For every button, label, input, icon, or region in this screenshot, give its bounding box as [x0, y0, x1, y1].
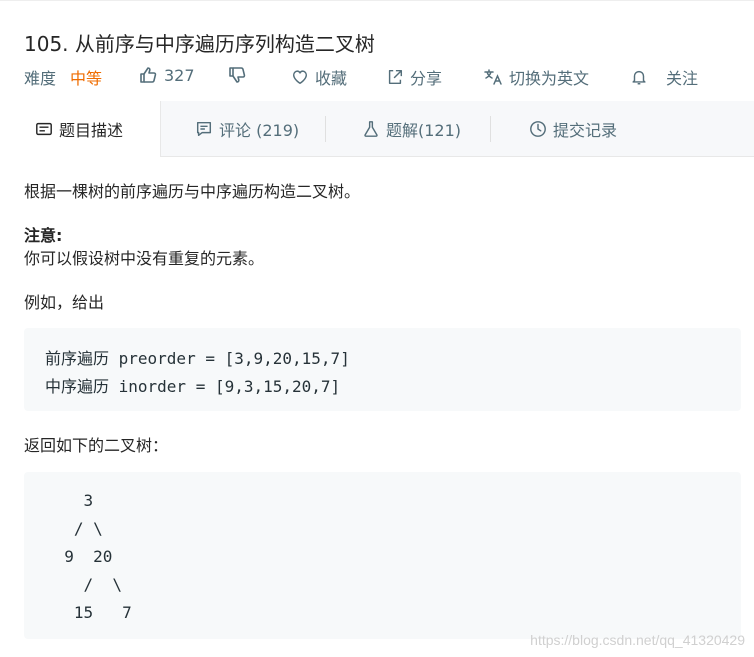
tree-line: 15 7 [45, 603, 132, 622]
translate-button[interactable]: 切换为英文 [483, 65, 589, 89]
share-button[interactable]: 分享 [386, 65, 442, 89]
intro-text: 根据一棵树的前序遍历与中序遍历构造二叉树。 [24, 182, 361, 201]
tree-line: / \ [45, 575, 123, 594]
dislike-button[interactable] [227, 65, 247, 85]
tab-label: 题目描述 [59, 121, 124, 140]
like-button[interactable]: 327 [138, 65, 195, 85]
tree-line: / \ [45, 519, 103, 538]
note-label: 注意: [24, 226, 63, 245]
tab-description[interactable]: 题目描述 [0, 101, 161, 157]
tab-label: 评论 (219) [219, 120, 300, 140]
note-text: 你可以假设树中没有重复的元素。 [24, 249, 265, 268]
like-count: 327 [164, 65, 195, 85]
translate-icon [483, 67, 503, 87]
follow-label: 关注 [666, 69, 699, 88]
tree-line: 3 [45, 491, 94, 510]
tab-submissions[interactable]: 提交记录 [529, 101, 617, 156]
bell-icon [630, 68, 648, 86]
difficulty-label: 难度 [24, 69, 57, 88]
translate-label: 切换为英文 [509, 69, 590, 88]
tree-code-block: 3 / \ 9 20 / \ 15 7 [24, 472, 741, 639]
thumbs-down-icon [227, 65, 247, 85]
flask-icon [362, 120, 380, 138]
difficulty-indicator: 难度 中等 [24, 65, 102, 89]
tab-divider [490, 116, 491, 142]
favorite-button[interactable]: 收藏 [291, 65, 347, 89]
problem-header: 105. 从前序与中序遍历序列构造二叉树 难度 中等 327 收藏 分享 切换为… [0, 0, 754, 102]
tab-comments[interactable]: 评论 (219) [195, 101, 299, 156]
clock-icon [529, 120, 547, 138]
page-title: 105. 从前序与中序遍历序列构造二叉树 [24, 32, 375, 56]
difficulty-value: 中等 [70, 69, 103, 88]
example-label: 例如，给出 [24, 293, 105, 312]
thumbs-up-icon [138, 65, 158, 85]
problem-meta-bar: 难度 中等 327 收藏 分享 切换为英文 关注 [24, 65, 744, 89]
share-icon [386, 68, 404, 86]
code-line: 中序遍历 inorder = [9,3,15,20,7] [45, 377, 341, 396]
problem-tabs: 题目描述 评论 (219) 题解(121) 提交记录 [0, 101, 754, 157]
follow-button[interactable]: 关注 [630, 65, 698, 89]
example-code-block: 前序遍历 preorder = [3,9,20,15,7] 中序遍历 inord… [24, 328, 741, 411]
tab-label: 提交记录 [553, 120, 618, 140]
tab-divider [325, 116, 326, 142]
return-label: 返回如下的二叉树： [24, 436, 169, 455]
favorite-label: 收藏 [315, 69, 348, 88]
comment-icon [195, 120, 213, 138]
heart-icon [291, 68, 309, 86]
tab-label: 题解(121) [386, 120, 462, 140]
description-icon [35, 120, 53, 138]
tab-solutions[interactable]: 题解(121) [362, 101, 461, 156]
tree-line: 9 20 [45, 547, 113, 566]
share-label: 分享 [410, 69, 443, 88]
code-line: 前序遍历 preorder = [3,9,20,15,7] [45, 349, 350, 368]
watermark: https://blog.csdn.net/qq_41320429 [530, 632, 745, 648]
